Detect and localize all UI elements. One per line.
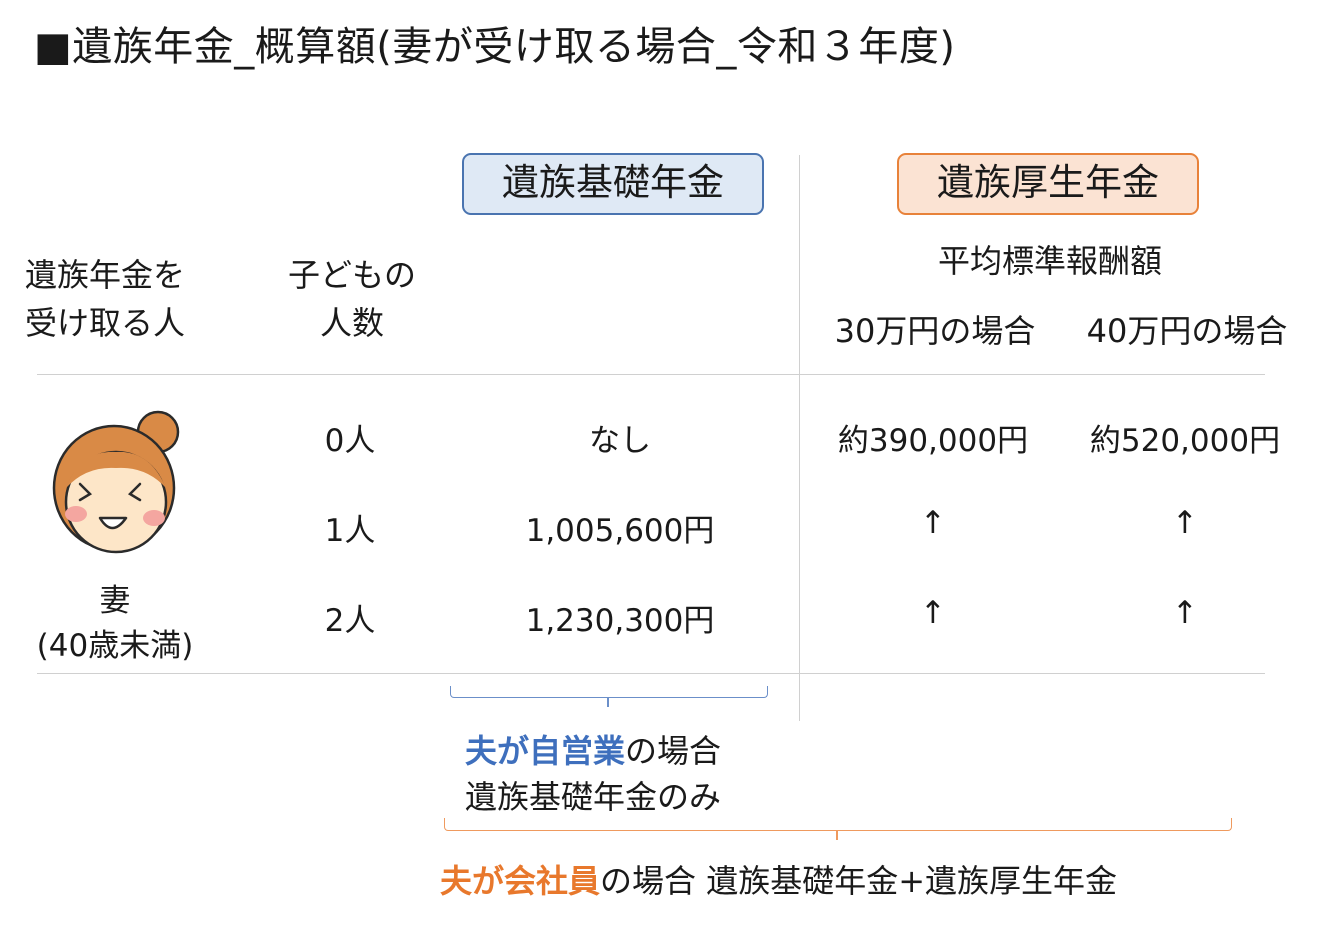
same-as-above-arrow-icon: ↑ (920, 595, 946, 631)
children-count-cell: 1人 (324, 513, 376, 549)
self-employed-bracket (450, 686, 768, 698)
company-employee-bracket (444, 818, 1232, 831)
table-bottom-rule (37, 673, 1265, 674)
recipient-header: 遺族年金を 受け取る人 (25, 251, 185, 347)
company-employee-note: 夫が会社員の場合 遺族基礎年金+遺族厚生年金 (440, 858, 1117, 904)
table-top-rule (37, 374, 1265, 375)
children-count-cell: 0人 (324, 423, 376, 459)
basic-pension-cell: なし (589, 423, 651, 459)
self-employed-line2: 遺族基礎年金のみ (465, 778, 722, 816)
survivor-employee-pension-header: 遺族厚生年金 (897, 153, 1199, 215)
children-count-header: 子どもの 人数 (262, 251, 442, 347)
same-as-above-arrow-icon: ↑ (920, 505, 946, 541)
employee-pension-40-cell: 約520,000円 (1089, 423, 1281, 459)
basic-pension-cell: 1,005,600円 (525, 513, 715, 549)
smiling-woman-icon (50, 410, 185, 560)
recipient-name: 妻 (99, 583, 131, 619)
page-title: ■遺族年金_概算額(妻が受け取る場合_令和３年度) (34, 24, 956, 70)
survivor-basic-pension-header: 遺族基礎年金 (462, 153, 764, 215)
company-employee-emphasis: 夫が会社員 (440, 862, 601, 900)
children-count-cell: 2人 (324, 603, 376, 639)
company-employee-suffix: の場合 遺族基礎年金+遺族厚生年金 (600, 862, 1118, 900)
recipient-age: (40歳未満) (36, 628, 194, 664)
recipient-header-line2: 受け取る人 (25, 304, 186, 342)
case-30-header: 30万円の場合 (834, 312, 1036, 350)
self-employed-note: 夫が自営業の場合 遺族基礎年金のみ (465, 728, 721, 820)
case-40-header: 40万円の場合 (1086, 312, 1288, 350)
employee-pension-30-cell: 約390,000円 (837, 423, 1029, 459)
same-as-above-arrow-icon: ↑ (1172, 505, 1198, 541)
self-employed-bracket-tip (607, 698, 609, 707)
self-employed-emphasis: 夫が自営業 (465, 732, 626, 770)
recipient-header-line1: 遺族年金を (25, 256, 186, 294)
children-header-line1: 子どもの (287, 256, 416, 294)
same-as-above-arrow-icon: ↑ (1172, 595, 1198, 631)
basic-pension-cell: 1,230,300円 (525, 603, 715, 639)
average-pay-header: 平均標準報酬額 (937, 242, 1162, 280)
column-divider (799, 155, 800, 721)
company-employee-bracket-tip (836, 830, 838, 840)
self-employed-suffix: の場合 (625, 732, 722, 770)
children-header-line2: 人数 (319, 304, 384, 342)
